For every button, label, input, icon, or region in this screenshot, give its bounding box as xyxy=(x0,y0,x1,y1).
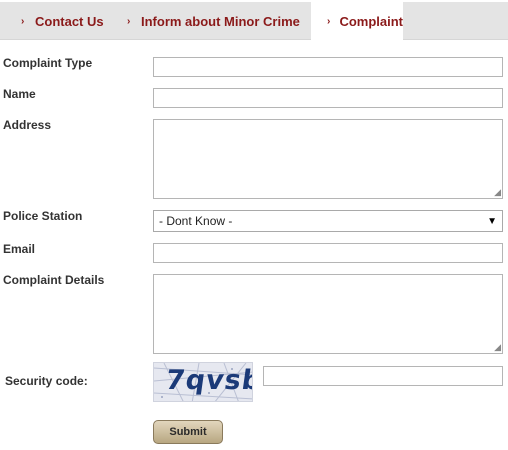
name-input[interactable] xyxy=(153,88,503,108)
complaint-details-textarea[interactable]: ◢ xyxy=(153,274,503,354)
tab-label: Complaint xyxy=(339,14,403,29)
police-station-label: Police Station xyxy=(3,209,83,223)
email-input[interactable] xyxy=(153,243,503,263)
tab-bullet-icon: › xyxy=(127,15,131,27)
complaint-page: › Contact Us › Inform about Minor Crime … xyxy=(0,0,508,450)
tab-label: Contact Us xyxy=(35,13,104,29)
complaint-type-label: Complaint Type xyxy=(3,56,93,70)
police-station-select[interactable]: - Dont Know - ▼ xyxy=(153,210,503,232)
name-label: Name xyxy=(3,87,36,101)
resize-grip-icon[interactable]: ◢ xyxy=(494,343,501,352)
captcha-image: 7qvsb xyxy=(153,362,253,402)
tab-complaint[interactable]: › Complaint xyxy=(311,2,403,41)
complaint-details-label: Complaint Details xyxy=(3,273,105,287)
police-station-selected: - Dont Know - xyxy=(159,214,233,228)
resize-grip-icon[interactable]: ◢ xyxy=(494,188,501,197)
address-textarea[interactable]: ◢ xyxy=(153,119,503,199)
tab-inform-minor-crime[interactable]: › Inform about Minor Crime xyxy=(127,2,300,40)
tab-bullet-icon: › xyxy=(327,16,331,27)
submit-button[interactable]: Submit xyxy=(153,420,223,444)
tab-label: Inform about Minor Crime xyxy=(141,13,300,29)
complaint-type-input[interactable] xyxy=(153,57,503,77)
security-code-input[interactable] xyxy=(263,366,503,386)
tab-bar: › Contact Us › Inform about Minor Crime … xyxy=(0,2,508,41)
tab-bullet-icon: › xyxy=(21,15,25,27)
email-label: Email xyxy=(3,242,36,256)
address-label: Address xyxy=(3,118,52,132)
captcha-text: 7qvsb xyxy=(163,365,253,396)
tab-contact-us[interactable]: › Contact Us xyxy=(21,2,104,40)
dropdown-arrow-icon: ▼ xyxy=(487,215,497,227)
security-code-label: Security code: xyxy=(5,374,88,388)
